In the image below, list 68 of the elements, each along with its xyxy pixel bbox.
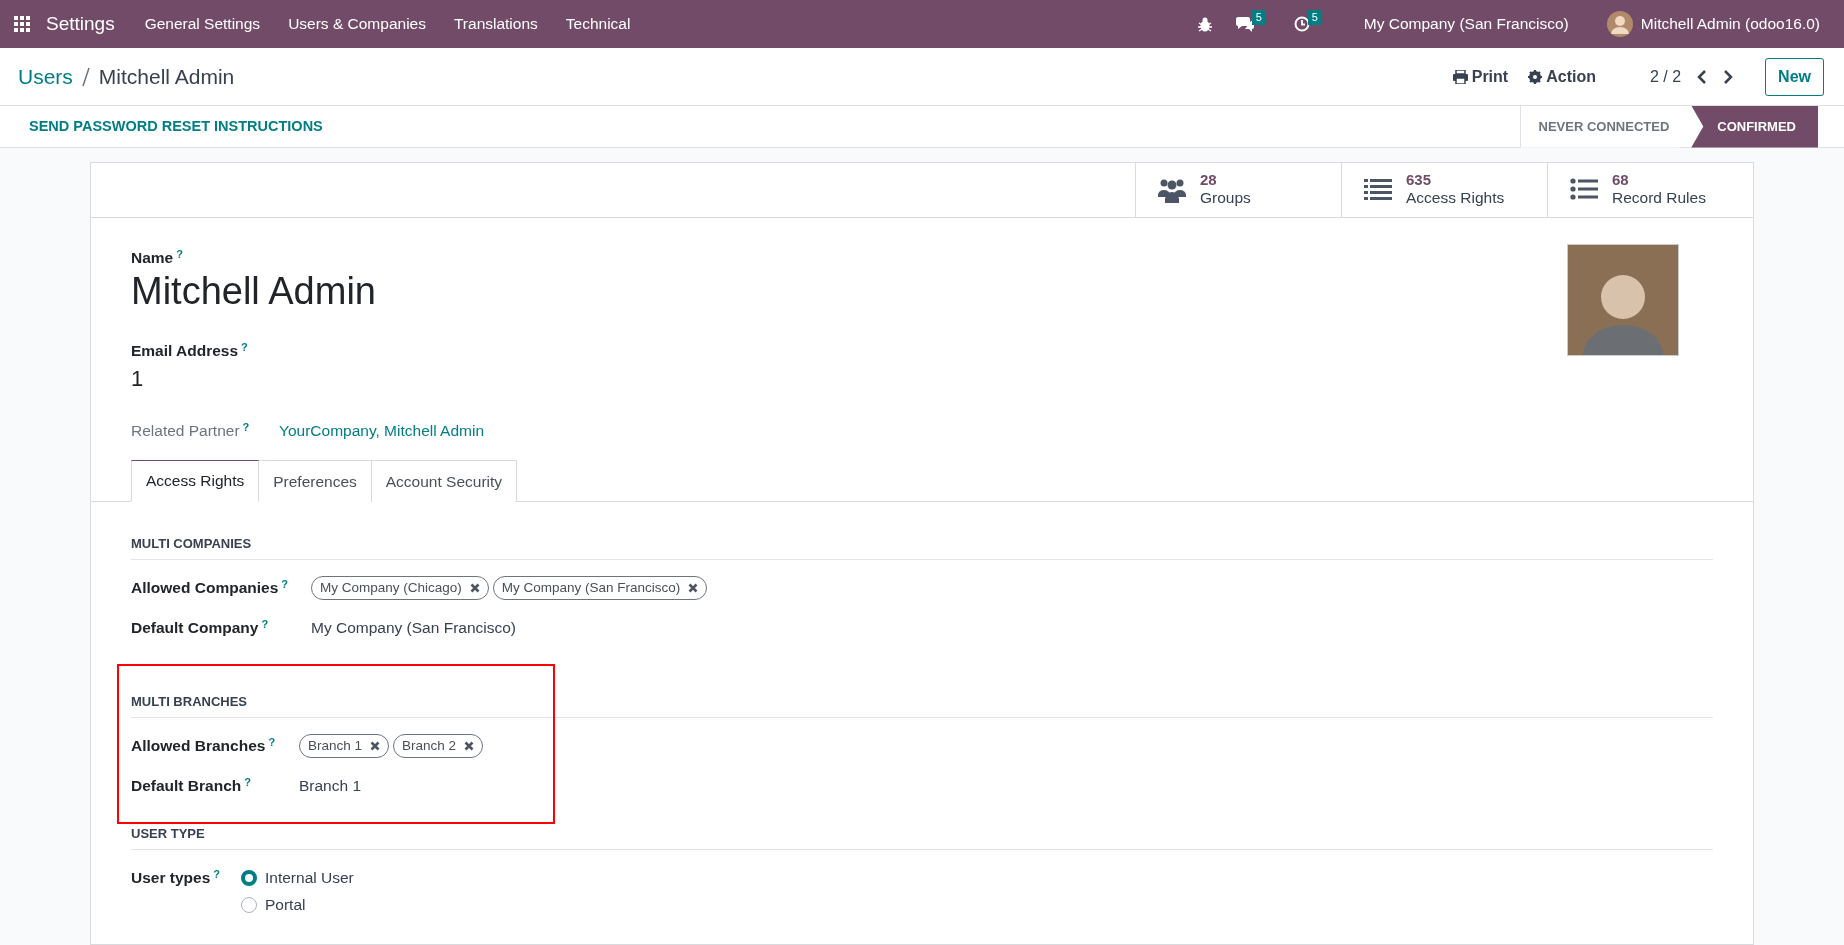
field-label: User types	[131, 868, 211, 889]
help-icon[interactable]: ?	[261, 616, 269, 633]
reset-password-button[interactable]: SEND PASSWORD RESET INSTRUCTIONS	[0, 115, 352, 138]
tag-label: My Company (San Francisco)	[501, 579, 681, 598]
menu-item[interactable]: Technical	[551, 12, 645, 36]
help-icon[interactable]: ?	[242, 419, 250, 436]
field-label: Name	[131, 248, 174, 268]
pager-value: 2 / 2	[1649, 66, 1682, 87]
related-partner-link[interactable]: YourCompany, Mitchell Admin	[279, 419, 485, 443]
help-icon[interactable]: ?	[281, 576, 288, 593]
radio-button[interactable]	[241, 869, 257, 886]
activity-count: 5	[1307, 10, 1322, 25]
chevron-right-icon[interactable]	[1723, 69, 1734, 84]
help-icon[interactable]: ?	[244, 774, 251, 791]
field-value: My Company (San Francisco)	[311, 618, 516, 639]
print-button[interactable]: Print	[1446, 63, 1515, 90]
menu-item[interactable]: Users & Companies	[274, 12, 440, 36]
remove-icon[interactable]	[370, 741, 381, 752]
action-button[interactable]: Action	[1522, 63, 1602, 90]
section-title: MULTI BRANCHES	[131, 691, 1713, 719]
form-tab[interactable]: Account Security	[371, 460, 518, 502]
section-title: USER TYPE	[131, 823, 1713, 851]
section-title: MULTI COMPANIES	[131, 533, 1713, 561]
field-label: Default Branch	[131, 776, 242, 797]
breadcrumb-current: Mitchell Admin	[98, 63, 235, 90]
field-label: Default Company	[131, 618, 259, 639]
company-switcher[interactable]: My Company (San Francisco)	[1349, 12, 1583, 36]
print-icon	[1452, 69, 1468, 84]
status-step[interactable]: CONFIRMED	[1691, 105, 1818, 148]
help-icon[interactable]: ?	[176, 246, 183, 263]
remove-icon[interactable]	[469, 583, 480, 594]
app-title[interactable]: Settings	[46, 9, 115, 39]
chat-icon[interactable]	[1235, 16, 1254, 32]
list-icon	[1364, 177, 1392, 203]
menu-item[interactable]: General Settings	[130, 12, 275, 36]
message-count: 5	[1251, 10, 1266, 25]
tag-label: Branch 2	[402, 737, 457, 756]
breadcrumb-separator-icon	[80, 65, 91, 88]
user-name: Mitchell Admin	[131, 269, 377, 315]
form-tab[interactable]: Access Rights	[131, 460, 260, 502]
form-tab[interactable]: Preferences	[259, 460, 372, 502]
bug-icon[interactable]	[1197, 16, 1212, 32]
tag-label: My Company (Chicago)	[320, 579, 462, 598]
breadcrumb-link[interactable]: Users	[18, 60, 73, 93]
menu-item[interactable]: Translations	[439, 12, 552, 36]
help-icon[interactable]: ?	[241, 338, 248, 356]
chevron-left-icon[interactable]	[1697, 69, 1708, 84]
help-icon[interactable]: ?	[213, 866, 220, 883]
gear-icon	[1528, 69, 1543, 84]
option-label: Portal	[265, 895, 306, 916]
field-label: Allowed Branches	[131, 736, 266, 757]
tag-label: Branch 1	[308, 737, 363, 756]
field-label: Related Partner	[131, 421, 240, 442]
email-value: 1	[131, 365, 145, 394]
help-icon[interactable]: ?	[268, 734, 276, 751]
user-menu[interactable]: Mitchell Admin (odoo16.0)	[1640, 12, 1834, 36]
field-label: Allowed Companies	[131, 578, 279, 599]
field-label: Email Address	[131, 340, 239, 361]
remove-icon[interactable]	[464, 741, 475, 752]
apps-menu-icon[interactable]	[14, 16, 30, 32]
users-icon	[1158, 177, 1186, 203]
new-button[interactable]: New	[1765, 57, 1824, 96]
clock-icon[interactable]	[1293, 16, 1310, 32]
bullet-list-icon	[1570, 177, 1598, 203]
option-label: Internal User	[265, 868, 354, 889]
field-value: Branch 1	[299, 776, 362, 797]
avatar-icon[interactable]	[1606, 11, 1633, 37]
remove-icon[interactable]	[688, 583, 699, 594]
